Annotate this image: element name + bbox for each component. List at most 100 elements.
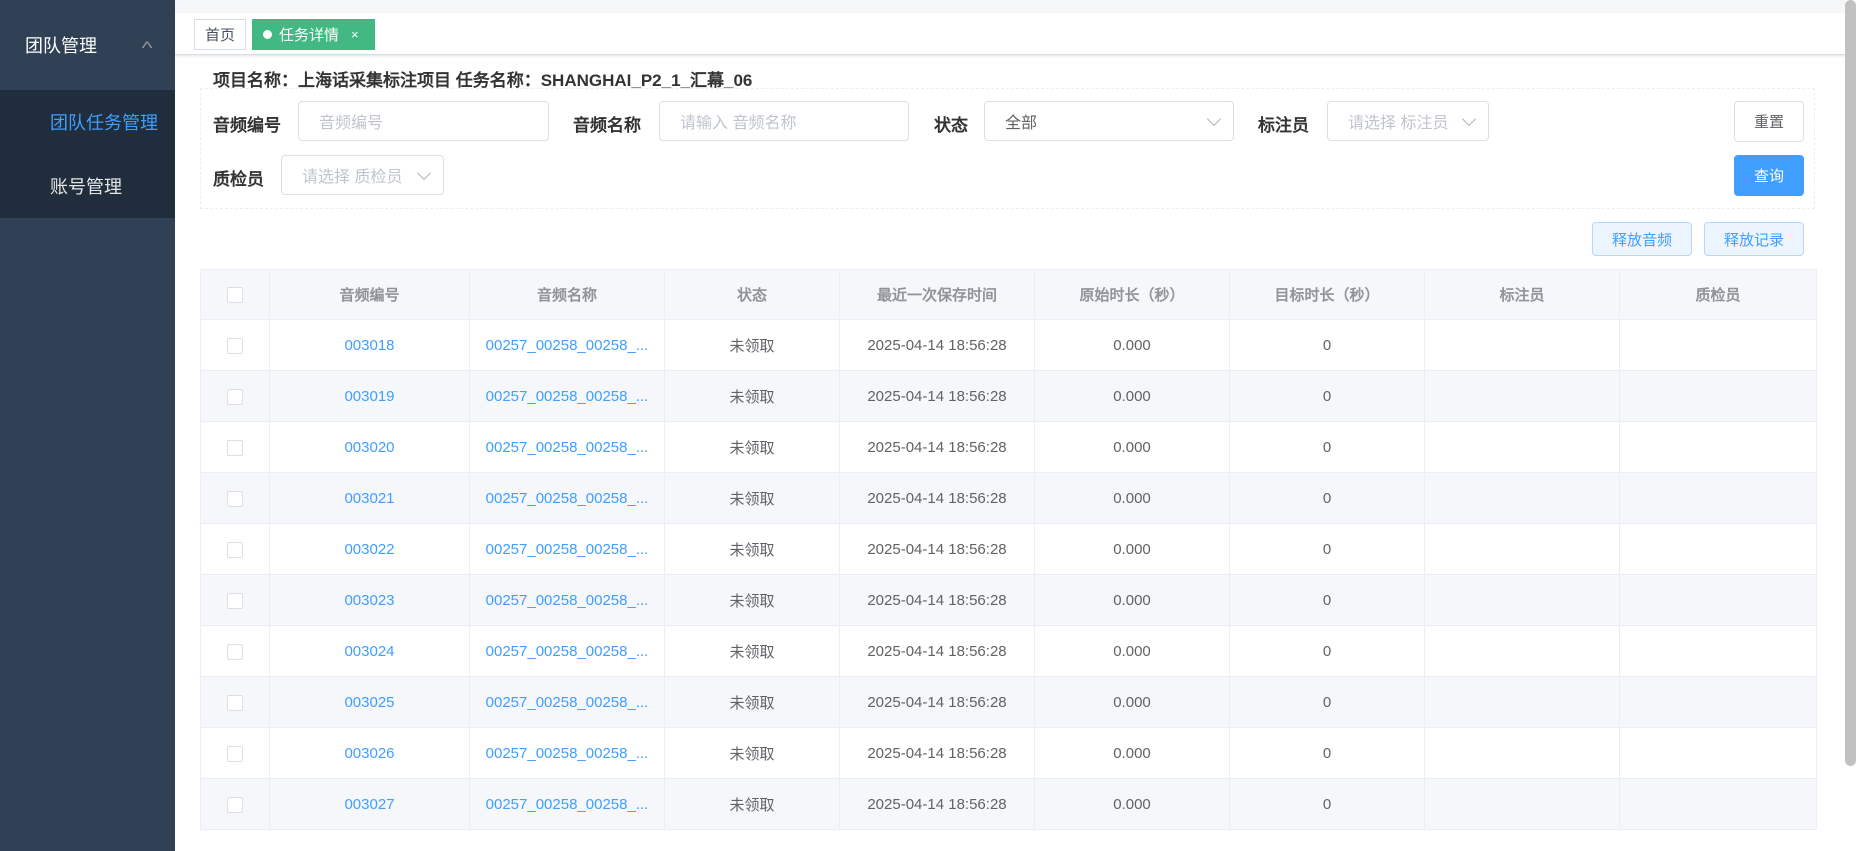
status-select[interactable]: 全部 <box>984 101 1234 141</box>
tag-home[interactable]: 首页 <box>194 19 246 50</box>
chevron-up-icon: ˅ <box>140 37 154 53</box>
inspector-select[interactable]: 请选择 质检员 <box>281 155 444 195</box>
close-icon[interactable]: × <box>351 27 359 42</box>
target-duration-cell: 0 <box>1229 625 1425 677</box>
audio-id-placeholder: 音频编号 <box>319 115 384 132</box>
audio-id-link[interactable]: 003022 <box>269 523 470 575</box>
release-record-button[interactable]: 释放记录 <box>1704 222 1804 256</box>
tag-task-detail[interactable]: 任务详情 × <box>252 19 375 50</box>
row-select-cell[interactable] <box>200 778 270 830</box>
inspector-cell <box>1619 370 1817 422</box>
row-select-cell[interactable] <box>200 727 270 779</box>
audio-id-link[interactable]: 003024 <box>269 625 470 677</box>
select-all-cell[interactable] <box>200 269 270 320</box>
inspector-cell <box>1619 472 1817 524</box>
table-row[interactable]: 003026 00257_00258_00258_... 未领取 2025-04-14… <box>200 727 1817 779</box>
audio-name-link[interactable]: 00257_00258_00258_... <box>469 472 665 524</box>
row-select-cell[interactable] <box>200 625 270 677</box>
audio-id-link[interactable]: 003025 <box>269 676 470 728</box>
audio-id-link[interactable]: 003023 <box>269 574 470 626</box>
audio-id-link[interactable]: 003019 <box>269 370 470 422</box>
original-duration-cell: 0.000 <box>1034 676 1230 728</box>
table-row[interactable]: 003019 00257_00258_00258_... 未领取 2025-04-14… <box>200 370 1817 422</box>
audio-name-link[interactable]: 00257_00258_00258_... <box>469 574 665 626</box>
audio-id-link[interactable]: 003027 <box>269 778 470 830</box>
audio-id-input[interactable]: 音频编号 <box>298 101 549 141</box>
table-row[interactable]: 003024 00257_00258_00258_... 未领取 2025-04-14… <box>200 625 1817 677</box>
audio-id-link[interactable]: 003020 <box>269 421 470 473</box>
saved-time-cell: 2025-04-14 18:56:28 <box>839 421 1035 473</box>
menu-group-team[interactable]: 团队管理 ˅ <box>0 0 175 90</box>
audio-id-link[interactable]: 003018 <box>269 319 470 371</box>
table-row[interactable]: 003027 00257_00258_00258_... 未领取 2025-04-14… <box>200 778 1817 830</box>
tags-view-bar: 首页 任务详情 × <box>175 0 1845 55</box>
audio-name-link[interactable]: 00257_00258_00258_... <box>469 319 665 371</box>
original-duration-cell: 0.000 <box>1034 472 1230 524</box>
table-row[interactable]: 003023 00257_00258_00258_... 未领取 2025-04-14… <box>200 574 1817 626</box>
audio-name-link[interactable]: 00257_00258_00258_... <box>469 370 665 422</box>
target-duration-cell: 0 <box>1229 676 1425 728</box>
audio-id-link[interactable]: 003021 <box>269 472 470 524</box>
audio-name-link[interactable]: 00257_00258_00258_... <box>469 421 665 473</box>
row-checkbox[interactable] <box>227 337 243 354</box>
audio-name-link[interactable]: 00257_00258_00258_... <box>469 625 665 677</box>
table-row[interactable]: 003025 00257_00258_00258_... 未领取 2025-04-14… <box>200 676 1817 728</box>
row-select-cell[interactable] <box>200 472 270 524</box>
target-duration-cell: 0 <box>1229 370 1425 422</box>
row-select-cell[interactable] <box>200 676 270 728</box>
inspector-cell <box>1619 421 1817 473</box>
saved-time-cell: 2025-04-14 18:56:28 <box>839 574 1035 626</box>
column-header: 标注员 <box>1424 269 1620 320</box>
table-header-row: 音频编号 音频名称 状态 最近一次保存时间 原始时长（秒） 目标时长（秒） 标注… <box>200 269 1817 320</box>
column-header: 质检员 <box>1619 269 1817 320</box>
audio-id-link[interactable]: 003026 <box>269 727 470 779</box>
saved-time-cell: 2025-04-14 18:56:28 <box>839 370 1035 422</box>
reset-button[interactable]: 重置 <box>1734 101 1804 142</box>
audio-name-link[interactable]: 00257_00258_00258_... <box>469 727 665 779</box>
row-checkbox[interactable] <box>227 541 243 558</box>
sidebar-item-team-tasks[interactable]: 团队任务管理 <box>0 90 175 154</box>
annotator-cell <box>1424 574 1620 626</box>
sidebar-item-accounts[interactable]: 账号管理 <box>0 154 175 218</box>
audio-name-input[interactable]: 请输入 音频名称 <box>659 101 909 141</box>
row-select-cell[interactable] <box>200 574 270 626</box>
status-cell: 未领取 <box>664 370 840 422</box>
inspector-cell <box>1619 778 1817 830</box>
release-audio-button[interactable]: 释放音频 <box>1592 222 1692 256</box>
row-checkbox[interactable] <box>227 388 243 405</box>
row-checkbox[interactable] <box>227 643 243 660</box>
annotator-select[interactable]: 请选择 标注员 <box>1327 101 1489 141</box>
row-select-cell[interactable] <box>200 421 270 473</box>
inspector-cell <box>1619 625 1817 677</box>
active-dot-icon <box>263 30 272 39</box>
table-row[interactable]: 003021 00257_00258_00258_... 未领取 2025-04-14… <box>200 472 1817 524</box>
row-checkbox[interactable] <box>227 796 243 813</box>
chevron-down-icon <box>416 165 432 181</box>
annotator-cell <box>1424 319 1620 371</box>
status-cell: 未领取 <box>664 625 840 677</box>
column-header: 音频名称 <box>469 269 665 320</box>
row-select-cell[interactable] <box>200 319 270 371</box>
status-cell: 未领取 <box>664 574 840 626</box>
audio-name-placeholder: 请输入 音频名称 <box>680 115 797 132</box>
table-row[interactable]: 003022 00257_00258_00258_... 未领取 2025-04-14… <box>200 523 1817 575</box>
audio-name-link[interactable]: 00257_00258_00258_... <box>469 676 665 728</box>
page-scrollbar[interactable] <box>1845 0 1856 766</box>
row-checkbox[interactable] <box>227 439 243 456</box>
row-checkbox[interactable] <box>227 490 243 507</box>
query-button[interactable]: 查询 <box>1734 155 1804 196</box>
table-row[interactable]: 003018 00257_00258_00258_... 未领取 2025-04-14… <box>200 319 1817 371</box>
chevron-down-icon <box>1461 111 1477 127</box>
row-select-cell[interactable] <box>200 370 270 422</box>
status-cell: 未领取 <box>664 727 840 779</box>
audio-name-link[interactable]: 00257_00258_00258_... <box>469 778 665 830</box>
row-checkbox[interactable] <box>227 592 243 609</box>
row-select-cell[interactable] <box>200 523 270 575</box>
column-header: 目标时长（秒） <box>1229 269 1425 320</box>
row-checkbox[interactable] <box>227 694 243 711</box>
row-checkbox[interactable] <box>227 745 243 762</box>
table-row[interactable]: 003020 00257_00258_00258_... 未领取 2025-04-14… <box>200 421 1817 473</box>
inspector-cell <box>1619 319 1817 371</box>
audio-name-link[interactable]: 00257_00258_00258_... <box>469 523 665 575</box>
select-all-checkbox[interactable] <box>227 287 243 304</box>
